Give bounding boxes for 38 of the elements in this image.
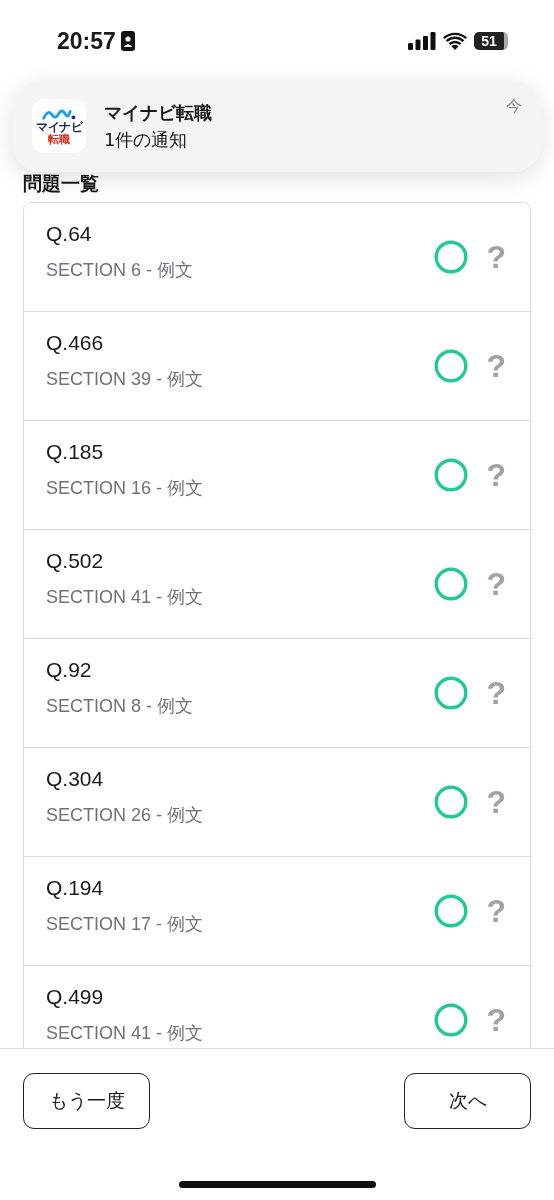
wifi-icon (443, 32, 467, 50)
question-item[interactable]: Q.502 SECTION 41 - 例文 ? (24, 530, 530, 639)
retry-button[interactable]: もう一度 (23, 1073, 150, 1129)
question-section: SECTION 26 - 例文 (46, 803, 435, 827)
question-number: Q.502 (46, 549, 105, 573)
notification-message: 1件の通知 (104, 127, 189, 152)
notification-title: マイナビ転職 (104, 100, 213, 125)
question-section: SECTION 41 - 例文 (46, 1021, 435, 1045)
question-number: Q.64 (46, 222, 93, 246)
question-item[interactable]: Q.185 SECTION 16 - 例文 ? (24, 421, 530, 530)
question-number: Q.194 (46, 876, 105, 900)
question-number: Q.185 (46, 440, 105, 464)
question-number: Q.466 (46, 331, 105, 355)
question-section: SECTION 6 - 例文 (46, 258, 435, 282)
question-item[interactable]: Q.466 SECTION 39 - 例文 ? (24, 312, 530, 421)
section-heading: 問題一覧 (23, 173, 100, 194)
wave-icon (42, 107, 76, 120)
notification-time: 今 (506, 96, 522, 117)
question-section: SECTION 17 - 例文 (46, 912, 435, 936)
question-section: SECTION 16 - 例文 (46, 476, 435, 500)
question-number: Q.304 (46, 767, 105, 791)
logo-text: 転職 (48, 133, 70, 145)
question-item[interactable]: Q.64 SECTION 6 - 例文 ? (24, 203, 530, 312)
question-section: SECTION 41 - 例文 (46, 585, 435, 609)
id-card-icon (120, 31, 135, 51)
signal-icon (408, 32, 436, 50)
question-item[interactable]: Q.304 SECTION 26 - 例文 ? (24, 748, 530, 857)
question-item[interactable]: Q.194 SECTION 17 - 例文 ? (24, 857, 530, 966)
battery-icon: 51 (474, 32, 508, 50)
question-section: SECTION 8 - 例文 (46, 694, 435, 718)
question-number: Q.92 (46, 658, 93, 682)
logo-text: マイナビ (36, 120, 82, 133)
question-section: SECTION 39 - 例文 (46, 367, 435, 391)
status-time: 20:57 (57, 27, 116, 55)
question-item[interactable]: Q.92 SECTION 8 - 例文 ? (24, 639, 530, 748)
question-number: Q.499 (46, 985, 105, 1009)
notification-banner[interactable]: マイナビ 転職 マイナビ転職 1件の通知 今 (12, 80, 542, 172)
next-button[interactable]: 次へ (404, 1073, 531, 1129)
